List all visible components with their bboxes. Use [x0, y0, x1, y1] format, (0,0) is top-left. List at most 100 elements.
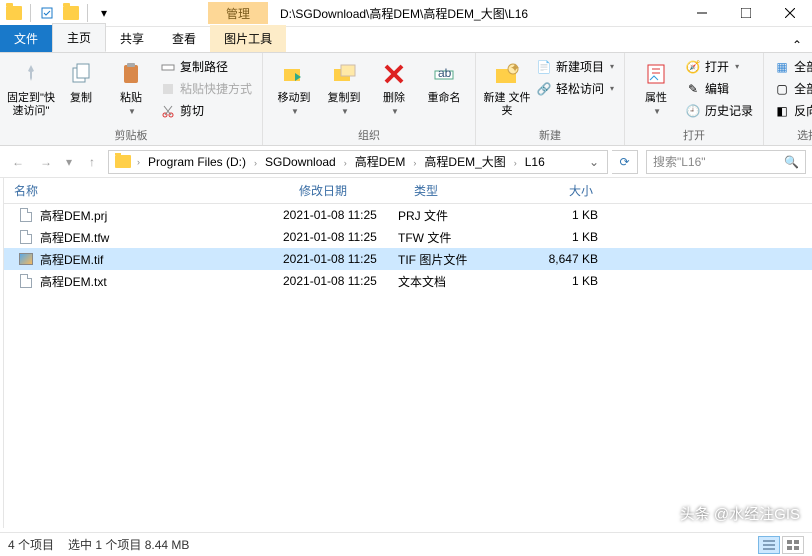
pin-button[interactable]: 固定到"快速访问" — [6, 55, 56, 126]
delete-button[interactable]: 删除▼ — [369, 55, 419, 126]
group-label: 新建 — [482, 126, 618, 145]
maximize-button[interactable] — [724, 0, 768, 26]
table-row[interactable]: 高程DEM.tfw 2021-01-08 11:25TFW 文件1 KB — [4, 226, 812, 248]
file-size: 1 KB — [518, 208, 598, 222]
easyaccess-button[interactable]: 🔗轻松访问▾ — [532, 79, 618, 98]
folder-icon — [115, 155, 131, 168]
file-size: 1 KB — [518, 274, 598, 288]
quick-access-toolbar: ▾ — [0, 3, 118, 23]
cut-button[interactable]: 剪切 — [156, 101, 256, 120]
group-organize: 移动到▼ 复制到▼ 删除▼ ab重命名 组织 — [263, 53, 476, 145]
file-name: 高程DEM.prj — [40, 207, 107, 224]
svg-text:✦: ✦ — [510, 61, 520, 75]
file-type: TIF 图片文件 — [398, 251, 518, 268]
document-icon — [18, 207, 34, 223]
recent-dropdown[interactable]: ▾ — [62, 150, 76, 174]
thumbnails-view-button[interactable] — [782, 536, 804, 554]
folder-icon[interactable] — [61, 3, 81, 23]
chevron-right-icon[interactable]: › — [252, 158, 259, 168]
navbar: ← → ▾ ↑ › Program Files (D:)›SGDownload›… — [0, 146, 812, 178]
col-date[interactable]: 修改日期 — [289, 182, 404, 199]
newitem-button[interactable]: 📄新建项目▾ — [532, 57, 618, 76]
group-open: 属性▼ 🧭打开▾ ✎编辑 🕘历史记录 打开 — [625, 53, 764, 145]
ribbon: 固定到"快速访问" 复制 粘贴▼ 复制路径 粘贴快捷方式 剪切 剪贴板 移动到▼… — [0, 53, 812, 146]
file-size: 1 KB — [518, 230, 598, 244]
address-bar[interactable]: › Program Files (D:)›SGDownload›高程DEM›高程… — [108, 150, 608, 174]
copyto-button[interactable]: 复制到▼ — [319, 55, 369, 126]
edit-button[interactable]: ✎编辑 — [681, 79, 757, 98]
table-row[interactable]: 高程DEM.txt 2021-01-08 11:25文本文档1 KB — [4, 270, 812, 292]
paste-shortcut-button[interactable]: 粘贴快捷方式 — [156, 79, 256, 98]
checkbox-icon[interactable] — [37, 3, 57, 23]
selectall-button[interactable]: ▦全部选择 — [770, 57, 812, 76]
selectnone-button[interactable]: ▢全部取消 — [770, 79, 812, 98]
item-count: 4 个项目 — [8, 536, 54, 553]
file-type: TFW 文件 — [398, 229, 518, 246]
address-dropdown-icon[interactable]: ⌄ — [583, 155, 605, 169]
search-icon: 🔍 — [784, 155, 799, 169]
properties-button[interactable]: 属性▼ — [631, 55, 681, 126]
newfolder-button[interactable]: ✦新建 文件夹 — [482, 55, 532, 126]
invertselect-button[interactable]: ◧反向选择 — [770, 101, 812, 120]
window-title: D:\SGDownload\高程DEM\高程DEM_大图\L16 — [268, 5, 680, 22]
tab-home[interactable]: 主页 — [52, 23, 106, 52]
file-name: 高程DEM.txt — [40, 273, 107, 290]
copy-path-button[interactable]: 复制路径 — [156, 57, 256, 76]
col-name[interactable]: 名称 — [4, 182, 289, 199]
group-label: 选择 — [770, 126, 812, 145]
file-name: 高程DEM.tfw — [40, 229, 109, 246]
image-icon — [18, 251, 34, 267]
content: 名称 修改日期 类型 大小 高程DEM.prj2021-01-08 11:25P… — [0, 178, 812, 528]
rename-button[interactable]: ab重命名 — [419, 55, 469, 126]
moveto-button[interactable]: 移动到▼ — [269, 55, 319, 126]
col-size[interactable]: 大小 — [524, 182, 604, 199]
ribbon-expand-icon[interactable]: ⌃ — [782, 38, 812, 52]
search-placeholder: 搜索"L16" — [653, 153, 706, 170]
svg-text:ab: ab — [438, 66, 452, 80]
file-type: 文本文档 — [398, 273, 518, 290]
selection-info: 选中 1 个项目 8.44 MB — [68, 536, 189, 553]
status-bar: 4 个项目 选中 1 个项目 8.44 MB — [0, 532, 812, 556]
group-label: 打开 — [631, 126, 757, 145]
history-button[interactable]: 🕘历史记录 — [681, 101, 757, 120]
chevron-right-icon[interactable]: › — [342, 158, 349, 168]
forward-button[interactable]: → — [34, 150, 58, 174]
group-select: ▦全部选择 ▢全部取消 ◧反向选择 选择 — [764, 53, 812, 145]
back-button[interactable]: ← — [6, 150, 30, 174]
column-headers: 名称 修改日期 类型 大小 — [4, 178, 812, 204]
group-new: ✦新建 文件夹 📄新建项目▾ 🔗轻松访问▾ 新建 — [476, 53, 625, 145]
paste-button[interactable]: 粘贴▼ — [106, 55, 156, 126]
details-view-button[interactable] — [758, 536, 780, 554]
search-input[interactable]: 搜索"L16" 🔍 — [646, 150, 806, 174]
copy-button[interactable]: 复制 — [56, 55, 106, 126]
document-icon — [18, 273, 34, 289]
tab-picture-tools[interactable]: 图片工具 — [210, 25, 286, 52]
folder-icon — [4, 3, 24, 23]
tab-file[interactable]: 文件 — [0, 25, 52, 52]
group-label: 剪贴板 — [6, 126, 256, 145]
qat-dropdown-icon[interactable]: ▾ — [94, 3, 114, 23]
breadcrumb-item[interactable]: SGDownload — [259, 155, 342, 169]
group-label: 组织 — [269, 126, 469, 145]
col-type[interactable]: 类型 — [404, 182, 524, 199]
refresh-button[interactable]: ⟳ — [612, 150, 638, 174]
tab-share[interactable]: 共享 — [106, 25, 158, 52]
breadcrumb-item[interactable]: Program Files (D:) — [142, 155, 252, 169]
open-button[interactable]: 🧭打开▾ — [681, 57, 757, 76]
chevron-right-icon[interactable]: › — [512, 158, 519, 168]
tab-view[interactable]: 查看 — [158, 25, 210, 52]
close-button[interactable] — [768, 0, 812, 26]
breadcrumb-item[interactable]: L16 — [519, 155, 551, 169]
context-tab-label: 管理 — [208, 2, 268, 24]
minimize-button[interactable] — [680, 0, 724, 26]
table-row[interactable]: 高程DEM.prj2021-01-08 11:25PRJ 文件1 KB — [4, 204, 812, 226]
table-row[interactable]: 高程DEM.tif2021-01-08 11:25TIF 图片文件8,647 K… — [4, 248, 812, 270]
file-size: 8,647 KB — [518, 252, 598, 266]
file-list: 名称 修改日期 类型 大小 高程DEM.prj2021-01-08 11:25P… — [4, 178, 812, 528]
breadcrumb-item[interactable]: 高程DEM_大图 — [418, 155, 511, 169]
file-date: 2021-01-08 11:25 — [283, 274, 398, 288]
up-button[interactable]: ↑ — [80, 150, 104, 174]
breadcrumb-item[interactable]: 高程DEM — [349, 155, 412, 169]
file-date: 2021-01-08 11:25 — [283, 230, 398, 244]
document-icon — [18, 229, 34, 245]
